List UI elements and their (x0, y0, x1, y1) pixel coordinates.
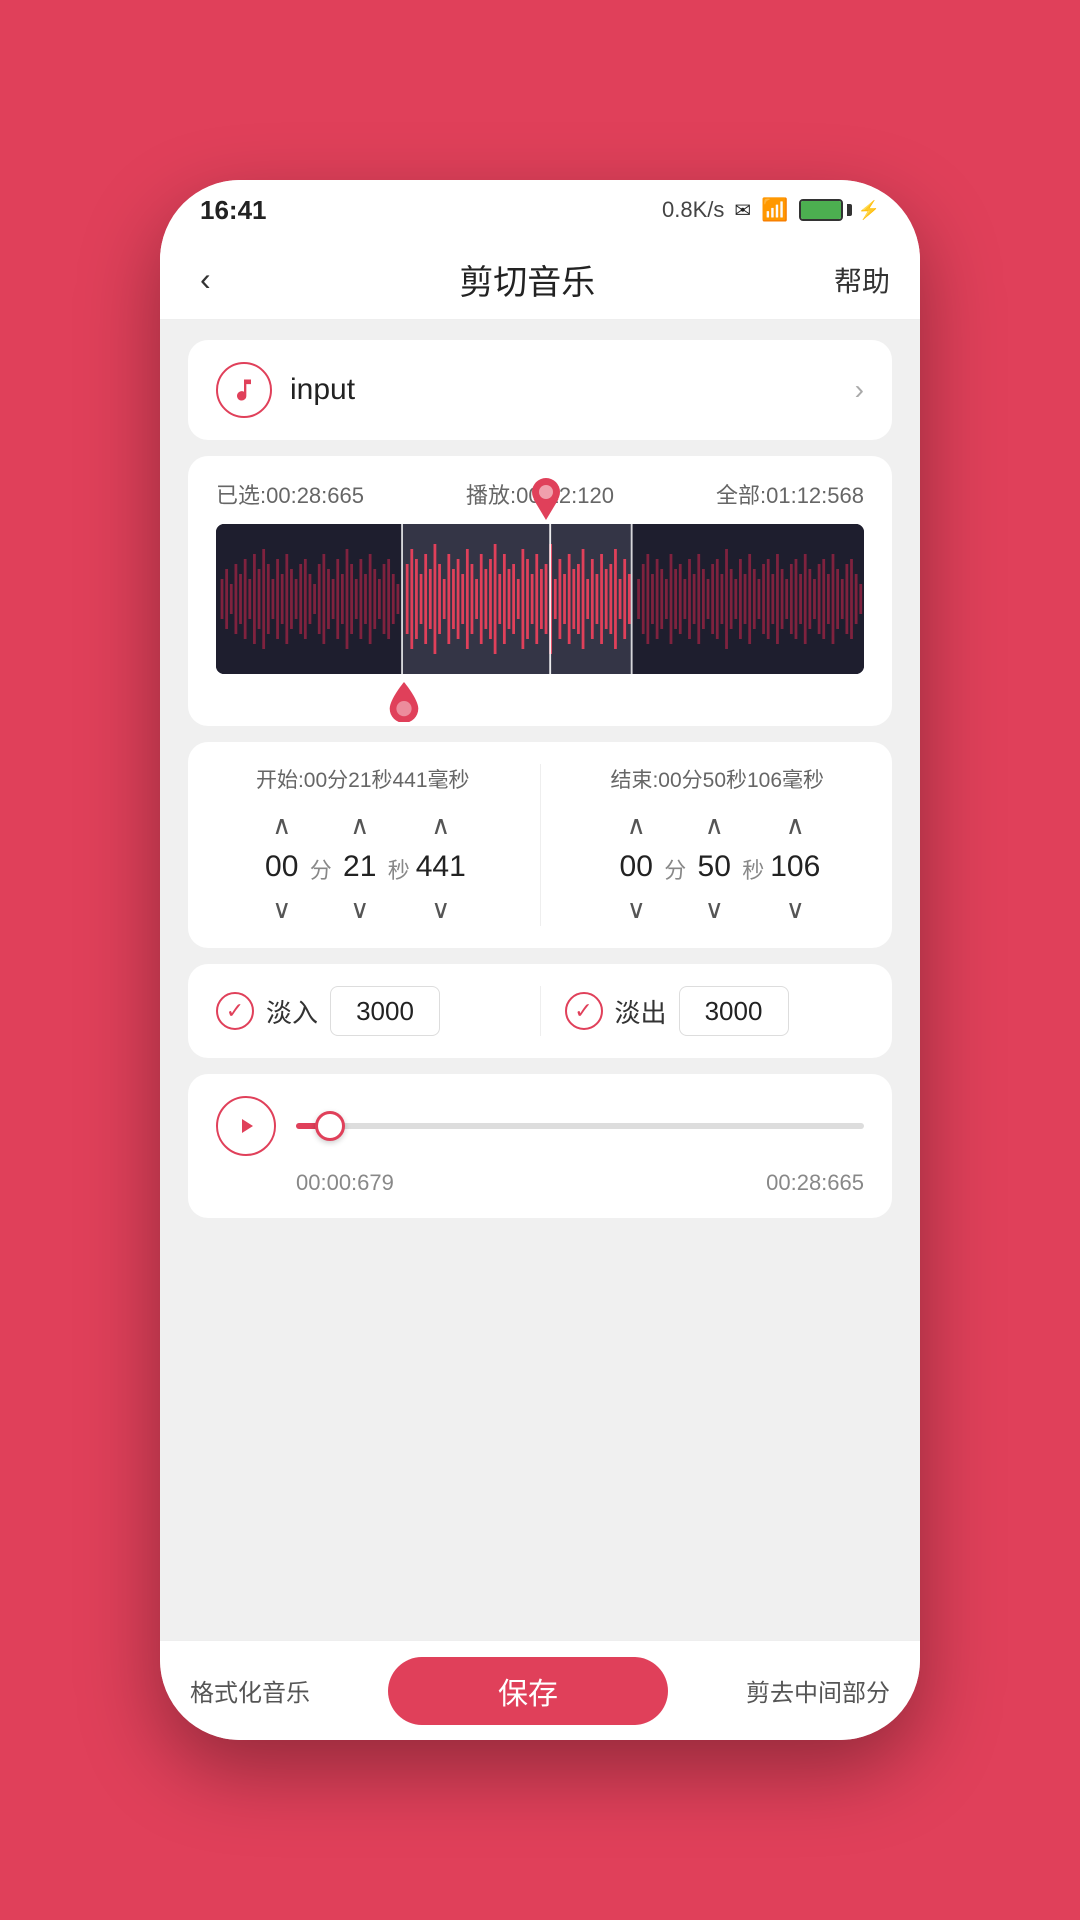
fade-in-checkbox[interactable]: ✓ (216, 992, 254, 1030)
playback-times: 00:00:679 00:28:665 (216, 1170, 864, 1196)
playback-top (216, 1096, 864, 1156)
end-min-down[interactable]: ∨ (615, 892, 658, 926)
end-sec-down[interactable]: ∨ (693, 892, 736, 926)
total-time-playback: 00:28:665 (766, 1170, 864, 1196)
start-sec-down[interactable]: ∨ (338, 892, 381, 926)
start-min-value: 00 (260, 850, 304, 884)
play-button[interactable] (216, 1096, 276, 1156)
status-time: 16:41 (200, 195, 267, 226)
current-time: 00:00:679 (296, 1170, 394, 1196)
playhead-top (528, 476, 564, 520)
fade-out-label: 淡出 (615, 993, 667, 1030)
start-ms-spinner[interactable]: ∧ 441 ∨ (416, 808, 466, 926)
start-sec-unit: 秒 (388, 849, 410, 885)
fade-out-input[interactable] (679, 986, 789, 1036)
network-speed: 0.8K/s (662, 197, 724, 223)
slider-track (296, 1123, 864, 1129)
battery-indicator: ⚡ (799, 199, 880, 221)
phone-frame: 16:41 0.8K/s ✉ 📶 ⚡ ‹ 剪切音乐 帮助 (160, 180, 920, 1740)
message-icon: ✉ (734, 198, 751, 223)
status-icons: 0.8K/s ✉ 📶 ⚡ (662, 197, 880, 223)
total-time: 全部:01:12:568 (716, 478, 864, 510)
fade-card: ✓ 淡入 ✓ 淡出 (188, 964, 892, 1058)
end-ms-value: 106 (770, 850, 820, 884)
bottom-bar: 格式化音乐 保存 剪去中间部分 (160, 1640, 920, 1740)
save-label: 保存 (498, 1669, 558, 1713)
start-ms-up[interactable]: ∧ (419, 808, 462, 842)
fade-out-group: ✓ 淡出 (565, 986, 865, 1036)
start-ms-down[interactable]: ∨ (419, 892, 462, 926)
start-seconds-spinner[interactable]: ∧ 21 ∨ (338, 808, 382, 926)
file-arrow-icon: › (855, 374, 864, 406)
top-nav: ‹ 剪切音乐 帮助 (160, 240, 920, 320)
fade-in-group: ✓ 淡入 (216, 986, 516, 1036)
end-minutes-spinner[interactable]: ∧ 00 ∨ (614, 808, 658, 926)
slider-thumb[interactable] (315, 1111, 345, 1141)
end-ms-up[interactable]: ∧ (774, 808, 817, 842)
start-sec-up[interactable]: ∧ (338, 808, 381, 842)
end-min-up[interactable]: ∧ (615, 808, 658, 842)
file-left: input (216, 362, 355, 418)
start-min-down[interactable]: ∨ (260, 892, 303, 926)
start-min-unit: 分 (310, 849, 332, 885)
fade-out-checkbox[interactable]: ✓ (565, 992, 603, 1030)
file-selector-card: input › (188, 340, 892, 440)
playback-slider[interactable] (296, 1123, 864, 1129)
save-button[interactable]: 保存 (388, 1657, 668, 1725)
wifi-icon: 📶 (761, 197, 788, 223)
music-icon (216, 362, 272, 418)
end-time-label: 结束:00分50秒106毫秒 (571, 764, 865, 794)
page-title: 剪切音乐 (459, 255, 595, 304)
help-button[interactable]: 帮助 (834, 260, 890, 300)
format-music-button[interactable]: 格式化音乐 (190, 1673, 310, 1708)
waveform-container[interactable] (216, 524, 864, 704)
start-time-group: 开始:00分21秒441毫秒 ∧ 00 ∨ 分 ∧ 21 ∨ (216, 764, 510, 926)
playback-card: 00:00:679 00:28:665 (188, 1074, 892, 1218)
file-row[interactable]: input › (216, 362, 864, 418)
selected-time: 已选:00:28:665 (216, 478, 364, 510)
start-minutes-spinner[interactable]: ∧ 00 ∨ (260, 808, 304, 926)
time-divider (540, 764, 541, 926)
end-seconds-spinner[interactable]: ∧ 50 ∨ (692, 808, 736, 926)
time-controls-card: 开始:00分21秒441毫秒 ∧ 00 ∨ 分 ∧ 21 ∨ (188, 742, 892, 948)
end-ms-down[interactable]: ∨ (774, 892, 817, 926)
fade-in-input[interactable] (330, 986, 440, 1036)
main-content: input › 已选:00:28:665 播放:00:22:120 全部:01:… (160, 320, 920, 1640)
fade-row: ✓ 淡入 ✓ 淡出 (216, 986, 864, 1036)
start-time-spinners: ∧ 00 ∨ 分 ∧ 21 ∨ 秒 ∧ 441 (216, 808, 510, 926)
start-sec-value: 21 (338, 850, 382, 884)
end-sec-value: 50 (692, 850, 736, 884)
end-time-group: 结束:00分50秒106毫秒 ∧ 00 ∨ 分 ∧ 50 ∨ (571, 764, 865, 926)
time-controls: 开始:00分21秒441毫秒 ∧ 00 ∨ 分 ∧ 21 ∨ (216, 764, 864, 926)
start-min-up[interactable]: ∧ (260, 808, 303, 842)
file-name: input (290, 373, 355, 407)
end-min-unit: 分 (664, 849, 686, 885)
waveform-visual (216, 524, 864, 674)
fade-in-label: 淡入 (266, 993, 318, 1030)
waveform-card: 已选:00:28:665 播放:00:22:120 全部:01:12:568 (188, 456, 892, 726)
playhead-bottom (387, 682, 421, 722)
end-time-spinners: ∧ 00 ∨ 分 ∧ 50 ∨ 秒 ∧ 106 (571, 808, 865, 926)
start-ms-value: 441 (416, 850, 466, 884)
playback-row: 00:00:679 00:28:665 (216, 1096, 864, 1196)
back-button[interactable]: ‹ (190, 251, 221, 308)
trim-middle-button[interactable]: 剪去中间部分 (746, 1673, 890, 1708)
end-min-value: 00 (614, 850, 658, 884)
start-time-label: 开始:00分21秒441毫秒 (216, 764, 510, 794)
end-sec-unit: 秒 (742, 849, 764, 885)
end-ms-spinner[interactable]: ∧ 106 ∨ (770, 808, 820, 926)
status-bar: 16:41 0.8K/s ✉ 📶 ⚡ (160, 180, 920, 240)
end-sec-up[interactable]: ∧ (693, 808, 736, 842)
fade-divider (540, 986, 541, 1036)
